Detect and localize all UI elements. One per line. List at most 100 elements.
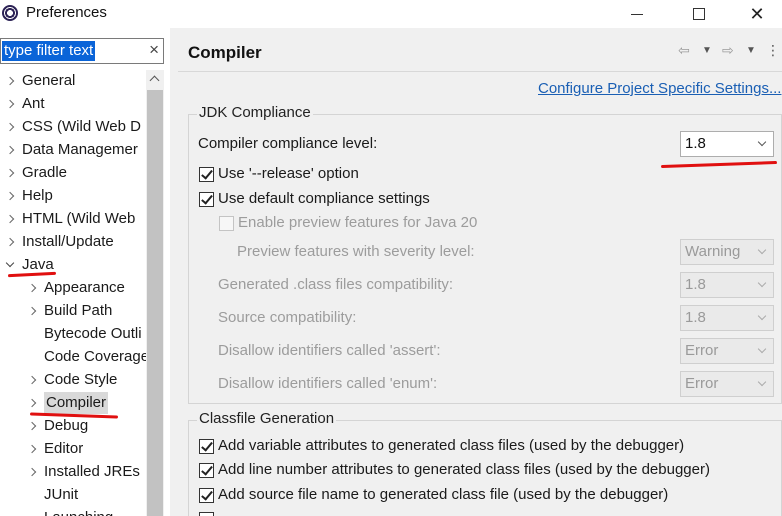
chevron-down-icon bbox=[757, 377, 767, 387]
tree-item-bytecode-outli[interactable]: Bytecode Outli bbox=[0, 323, 146, 345]
tree-item-label: Ant bbox=[22, 95, 45, 112]
chevron-right-icon[interactable] bbox=[28, 415, 38, 437]
source-compat-select[interactable]: 1.8 bbox=[680, 305, 774, 331]
close-button[interactable]: ✕ bbox=[734, 0, 780, 28]
configure-project-settings-link[interactable]: Configure Project Specific Settings... bbox=[538, 80, 781, 97]
tree-item-install-update[interactable]: Install/Update bbox=[0, 231, 146, 253]
window-title: Preferences bbox=[26, 4, 107, 21]
tree-item-installed-jres[interactable]: Installed JREs bbox=[0, 461, 146, 483]
annotation-underline-compliance bbox=[660, 160, 778, 169]
tree-item-appearance[interactable]: Appearance bbox=[0, 277, 146, 299]
preference-tree: General Ant CSS (Wild Web D Data Managemer G… bbox=[0, 70, 146, 516]
chevron-right-icon[interactable] bbox=[6, 162, 16, 184]
eclipse-icon bbox=[2, 5, 18, 21]
partial-option-checkbox[interactable] bbox=[199, 512, 214, 516]
compliance-level-select[interactable]: 1.8 bbox=[680, 131, 774, 157]
close-icon: ✕ bbox=[749, 4, 765, 24]
chevron-down-icon bbox=[757, 245, 767, 255]
chevron-right-icon[interactable] bbox=[28, 300, 38, 322]
chevron-down-icon bbox=[757, 311, 767, 321]
chevron-right-icon[interactable] bbox=[6, 231, 16, 253]
chevron-right-icon[interactable] bbox=[28, 392, 38, 414]
compiler-page: Compiler ⇦ ▼ ⇨ ▼ ⋮ Configure Project Spe… bbox=[178, 28, 782, 516]
minimize-icon bbox=[631, 13, 643, 15]
chevron-right-icon[interactable] bbox=[28, 438, 38, 460]
tree-item-compiler[interactable]: Compiler bbox=[0, 392, 146, 414]
tree-scrollbar[interactable] bbox=[146, 70, 164, 516]
enum-identifier-label: Disallow identifiers called 'enum': bbox=[218, 375, 438, 392]
forward-icon[interactable]: ⇨ bbox=[722, 42, 734, 59]
default-compliance-checkbox[interactable] bbox=[199, 192, 214, 207]
classfile-generation-title: Classfile Generation bbox=[197, 410, 337, 427]
preview-severity-value: Warning bbox=[685, 243, 741, 260]
tree-item-label: Installed JREs bbox=[44, 463, 140, 480]
generated-compat-label: Generated .class files compatibility: bbox=[218, 276, 454, 293]
tree-item-launching[interactable]: Launching bbox=[0, 507, 146, 516]
tree-item-label: JUnit bbox=[44, 486, 79, 503]
tree-item-label: Install/Update bbox=[22, 233, 114, 250]
page-title: Compiler bbox=[188, 43, 262, 62]
enum-identifier-value: Error bbox=[685, 375, 719, 392]
enum-identifier-select[interactable]: Error bbox=[680, 371, 774, 397]
preview-severity-select[interactable]: Warning bbox=[680, 239, 774, 265]
tree-item-general[interactable]: General bbox=[0, 70, 146, 92]
source-file-name-checkbox[interactable] bbox=[199, 488, 214, 503]
variable-attributes-checkbox[interactable] bbox=[199, 439, 214, 454]
assert-identifier-value: Error bbox=[685, 342, 719, 359]
tree-item-debug[interactable]: Debug bbox=[0, 415, 146, 437]
preview-features-label: Enable preview features for Java 20 bbox=[238, 214, 478, 231]
jdk-compliance-group: JDK Compliance Compiler compliance level… bbox=[188, 104, 782, 404]
assert-identifier-label: Disallow identifiers called 'assert': bbox=[218, 342, 441, 359]
tree-item-code-coverage[interactable]: Code Coverage bbox=[0, 346, 146, 368]
chevron-right-icon[interactable] bbox=[6, 185, 16, 207]
line-number-attributes-checkbox[interactable] bbox=[199, 463, 214, 478]
chevron-right-icon[interactable] bbox=[28, 461, 38, 483]
tree-item-code-style[interactable]: Code Style bbox=[0, 369, 146, 391]
tree-item-css-wild-web-d[interactable]: CSS (Wild Web D bbox=[0, 116, 146, 138]
tree-item-junit[interactable]: JUnit bbox=[0, 484, 146, 506]
minimize-button[interactable] bbox=[614, 0, 660, 28]
preview-features-checkbox[interactable] bbox=[219, 216, 234, 231]
variable-attributes-label: Add variable attributes to generated cla… bbox=[218, 437, 685, 454]
filter-box: type filter text × bbox=[0, 38, 164, 64]
chevron-down-icon bbox=[757, 278, 767, 288]
chevron-right-icon[interactable] bbox=[6, 70, 16, 92]
back-menu-icon[interactable]: ▼ bbox=[702, 45, 712, 56]
tree-item-data-managemer[interactable]: Data Managemer bbox=[0, 139, 146, 161]
menu-icon[interactable]: ⋮ bbox=[766, 42, 780, 59]
chevron-right-icon[interactable] bbox=[6, 139, 16, 161]
chevron-right-icon[interactable] bbox=[6, 93, 16, 115]
clear-filter-icon[interactable]: × bbox=[149, 40, 159, 60]
tree-item-ant[interactable]: Ant bbox=[0, 93, 146, 115]
source-file-name-label: Add source file name to generated class … bbox=[218, 486, 669, 503]
filter-input[interactable] bbox=[2, 40, 142, 62]
tree-item-label: Code Style bbox=[44, 371, 118, 388]
release-option-label: Use '--release' option bbox=[218, 165, 359, 182]
tree-item-label: Debug bbox=[44, 417, 89, 434]
tree-item-editor[interactable]: Editor bbox=[0, 438, 146, 460]
generated-compat-select[interactable]: 1.8 bbox=[680, 272, 774, 298]
chevron-right-icon[interactable] bbox=[28, 369, 38, 391]
assert-identifier-select[interactable]: Error bbox=[680, 338, 774, 364]
back-icon[interactable]: ⇦ bbox=[678, 42, 690, 59]
tree-item-help[interactable]: Help bbox=[0, 185, 146, 207]
tree-item-label: Compiler bbox=[44, 392, 109, 414]
pane-splitter[interactable] bbox=[170, 28, 178, 516]
history-navigation: ⇦ ▼ ⇨ ▼ ⋮ bbox=[678, 42, 782, 58]
scroll-up-icon[interactable] bbox=[146, 70, 164, 88]
forward-menu-icon[interactable]: ▼ bbox=[746, 45, 756, 56]
release-option-checkbox[interactable] bbox=[199, 167, 214, 182]
scrollbar-thumb[interactable] bbox=[147, 90, 163, 516]
tree-item-gradle[interactable]: Gradle bbox=[0, 162, 146, 184]
chevron-down-icon[interactable] bbox=[6, 254, 16, 276]
chevron-right-icon[interactable] bbox=[6, 116, 16, 138]
chevron-right-icon[interactable] bbox=[6, 208, 16, 230]
tree-item-label: Build Path bbox=[44, 302, 113, 319]
tree-item-html-wild-web[interactable]: HTML (Wild Web bbox=[0, 208, 146, 230]
tree-item-build-path[interactable]: Build Path bbox=[0, 300, 146, 322]
chevron-right-icon[interactable] bbox=[28, 277, 38, 299]
preview-severity-label: Preview features with severity level: bbox=[237, 243, 475, 260]
maximize-button[interactable] bbox=[676, 0, 722, 28]
compliance-level-value: 1.8 bbox=[685, 135, 706, 152]
tree-item-label: HTML (Wild Web bbox=[22, 210, 136, 227]
